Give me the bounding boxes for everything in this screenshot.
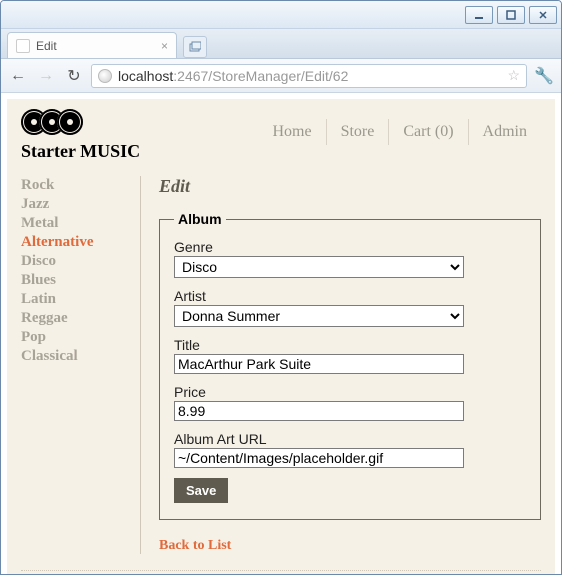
content-area: Edit Album Genre Disco Artist [141,176,541,554]
settings-wrench-icon[interactable]: 🔧 [533,66,555,86]
tab-close-icon[interactable]: × [161,39,168,53]
genre-sidebar: RockJazzMetalAlternativeDiscoBluesLatinR… [21,176,141,554]
select-genre[interactable]: Disco [174,256,464,278]
field-price: Price [174,384,526,421]
input-arturl[interactable] [174,448,464,468]
save-button[interactable]: Save [174,478,228,503]
window-close-button[interactable] [529,6,557,24]
sidebar-genre-blues[interactable]: Blues [21,271,128,290]
label-genre: Genre [174,239,526,255]
label-title: Title [174,337,526,353]
sidebar-genre-reggae[interactable]: Reggae [21,309,128,328]
url-host: localhost [118,68,173,84]
field-arturl: Album Art URL [174,431,526,468]
field-genre: Genre Disco [174,239,526,278]
sidebar-genre-disco[interactable]: Disco [21,252,128,271]
sidebar-genre-pop[interactable]: Pop [21,328,128,347]
nav-admin[interactable]: Admin [469,119,541,145]
browser-tab[interactable]: Edit × [7,32,177,58]
select-artist[interactable]: Donna Summer [174,305,464,327]
main-nav: Home Store Cart (0) Admin [258,119,541,145]
footer-divider [21,570,541,571]
site-title: Starter MUSIC [21,141,140,162]
columns: RockJazzMetalAlternativeDiscoBluesLatinR… [21,176,541,554]
back-to-list-link[interactable]: Back to List [159,538,231,554]
label-arturl: Album Art URL [174,431,526,447]
sidebar-genre-metal[interactable]: Metal [21,214,128,233]
sidebar-genre-latin[interactable]: Latin [21,290,128,309]
reload-button[interactable]: ↻ [63,65,85,87]
nav-store[interactable]: Store [327,119,390,145]
page-title: Edit [159,176,541,197]
url-path: :2467/StoreManager/Edit/62 [173,68,348,84]
new-tab-button[interactable] [183,36,207,58]
page-body: Starter MUSIC Home Store Cart (0) Admin … [7,99,555,574]
window-maximize-button[interactable] [497,6,525,24]
label-artist: Artist [174,288,526,304]
address-bar[interactable]: localhost:2467/StoreManager/Edit/62 ☆ [91,64,527,88]
fieldset-legend: Album [174,211,226,227]
globe-icon [98,69,112,83]
album-fieldset: Album Genre Disco Artist Donna Summer [159,211,541,520]
field-title: Title [174,337,526,374]
sidebar-genre-jazz[interactable]: Jazz [21,195,128,214]
tab-title: Edit [36,39,57,53]
browser-window: Edit × ← → ↻ localhost:2467/StoreManager… [0,0,562,575]
forward-button[interactable]: → [35,65,57,87]
window-minimize-button[interactable] [465,6,493,24]
site-logo-block: Starter MUSIC [21,109,140,162]
sidebar-genre-alternative[interactable]: Alternative [21,233,128,252]
page-favicon [16,39,30,53]
nav-home[interactable]: Home [258,119,326,145]
nav-cart[interactable]: Cart (0) [389,119,468,145]
field-artist: Artist Donna Summer [174,288,526,327]
input-title[interactable] [174,354,464,374]
window-titlebar [1,1,561,29]
page-header: Starter MUSIC Home Store Cart (0) Admin [21,109,541,162]
tab-strip: Edit × [1,29,561,59]
label-price: Price [174,384,526,400]
sidebar-genre-classical[interactable]: Classical [21,347,128,366]
back-button[interactable]: ← [7,65,29,87]
page-viewport: Starter MUSIC Home Store Cart (0) Admin … [1,93,561,574]
bookmark-star-icon[interactable]: ☆ [507,67,520,84]
records-logo-icon [21,109,140,135]
input-price[interactable] [174,401,464,421]
browser-toolbar: ← → ↻ localhost:2467/StoreManager/Edit/6… [1,59,561,93]
sidebar-genre-rock[interactable]: Rock [21,176,128,195]
